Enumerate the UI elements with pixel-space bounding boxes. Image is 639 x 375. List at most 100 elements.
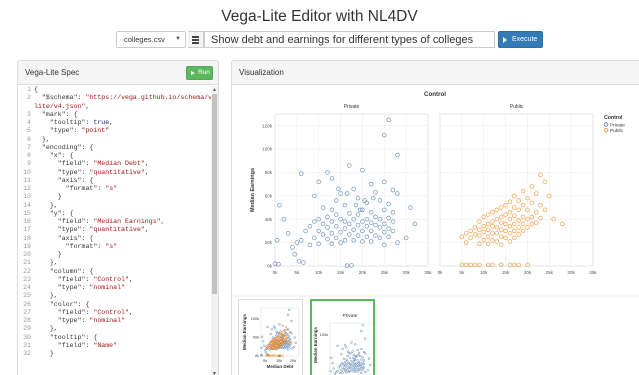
data-point [312,235,317,241]
data-point [301,260,306,265]
line-number: 24 [23,284,31,291]
thumb-point [351,370,354,373]
scroll-down-icon[interactable]: ▼ [212,371,217,375]
thumb-point [278,323,281,326]
data-point [512,235,517,241]
code-text: }, [34,325,58,333]
thumb-point [347,350,350,353]
thumbnail-1-svg: 0k 50k 100k 0k 10k 20kMedian Debt Median Earni… [242,307,300,369]
data-point [312,219,317,224]
code-line: 9 "field": "Median Debt", [18,160,213,168]
thumb-point [348,356,352,359]
data-point [498,205,504,210]
data-point [307,224,313,229]
thumbnail-chart-2[interactable]: Private100k0kMedian Earnings [310,299,375,375]
data-point [351,227,356,232]
data-point [386,117,391,123]
data-point [498,242,504,248]
data-point [342,202,348,208]
x-tick-label: 5k [459,270,465,275]
code-text: } [34,251,62,258]
data-point [408,205,413,210]
data-point [494,207,500,213]
thumb-point [340,353,343,356]
facet-frame [439,113,594,267]
thumb-point [275,354,278,357]
database-icon[interactable] [188,31,204,48]
y-tick-label: 120k [262,123,273,128]
code-line: 25 }, [18,292,213,300]
thumb-facet-title: Private [343,313,358,319]
data-point [325,236,330,242]
code-line: 3 "mark": { [18,111,213,119]
data-point [490,238,495,243]
thumb-point [350,359,353,363]
scroll-up-icon[interactable]: ▲ [212,87,217,93]
y-tick-label: 0k [267,264,273,269]
thumb-x-tick: 0k [263,359,267,363]
thumb-point [293,336,296,339]
line-number: 8 [27,152,31,159]
thumb-point [281,324,284,327]
line-number: 10 [23,168,31,176]
thumb-point [356,366,359,369]
y-axis-title: Median Earnings [250,168,256,212]
y-tick-label: 100k [262,147,273,152]
data-point [529,184,535,189]
line-number: 32 [23,350,31,357]
thumb-point [289,330,292,334]
column-title: Control [424,91,446,98]
thumbnail-chart-1[interactable]: 0k 50k 100k 0k 10k 20k Median Debt Median Earni… [238,299,303,375]
data-point [472,232,478,237]
data-point [329,219,335,224]
scrollbar-thumb[interactable] [212,94,217,294]
data-point [290,245,295,250]
code-line: 17 "type": "quantitative", [18,226,213,234]
thumb-point [356,370,359,373]
data-point [386,226,391,231]
spec-panel-header: Vega-Lite Spec Run [18,61,218,85]
data-point [468,235,473,241]
spec-scrollbar[interactable]: ▲ ▼ [211,86,218,375]
thumb-point [347,366,350,370]
x-tick-label: 35k [589,270,597,275]
thumb-point [281,354,284,357]
code-line: 14 }, [18,202,213,210]
execute-button[interactable]: Execute [498,31,543,48]
line-number: 9 [27,160,31,168]
line-number: 13 [23,193,31,201]
legend-label: Public [610,128,624,134]
x-tick-label: 15k [502,270,510,275]
run-button[interactable]: Run [186,66,213,80]
data-point [333,235,339,241]
data-point [520,214,526,220]
data-point [333,224,339,229]
data-point [520,221,526,227]
viz-panel-title: Visualization [239,68,284,77]
data-point [533,220,539,225]
code-line: 18 "axis": { [18,235,213,243]
thumb-point [343,344,347,347]
facet-header: Private [344,104,360,110]
thumb-point [357,351,361,355]
data-point [498,220,504,225]
dataset-select[interactable]: colleges.csv ▼ [116,31,186,48]
x-tick-label: 35k [424,270,432,275]
thumb-point [294,341,297,344]
thumb-point [350,341,353,344]
code-line: 31 "field": "Name" [18,342,213,350]
query-input[interactable] [204,31,495,48]
data-point [329,231,335,236]
thumb-point [288,308,291,311]
data-point [368,228,374,234]
data-point [347,211,352,216]
data-point [472,225,478,230]
thumb-point [346,360,349,363]
code-line: 24 "type": "nominal" [18,284,213,292]
x-tick-label: 20k [524,270,532,275]
faceted-scatter-chart[interactable]: ControlPrivate0k 5k 10k 15k 20k 25k 30k 35k0k20… [232,86,639,298]
spec-code-editor[interactable]: 1{2 "$schema": "https://vega.github.io/s… [18,86,218,375]
data-point [355,195,361,201]
thumb-point [359,354,362,358]
thumb-point [269,332,272,335]
